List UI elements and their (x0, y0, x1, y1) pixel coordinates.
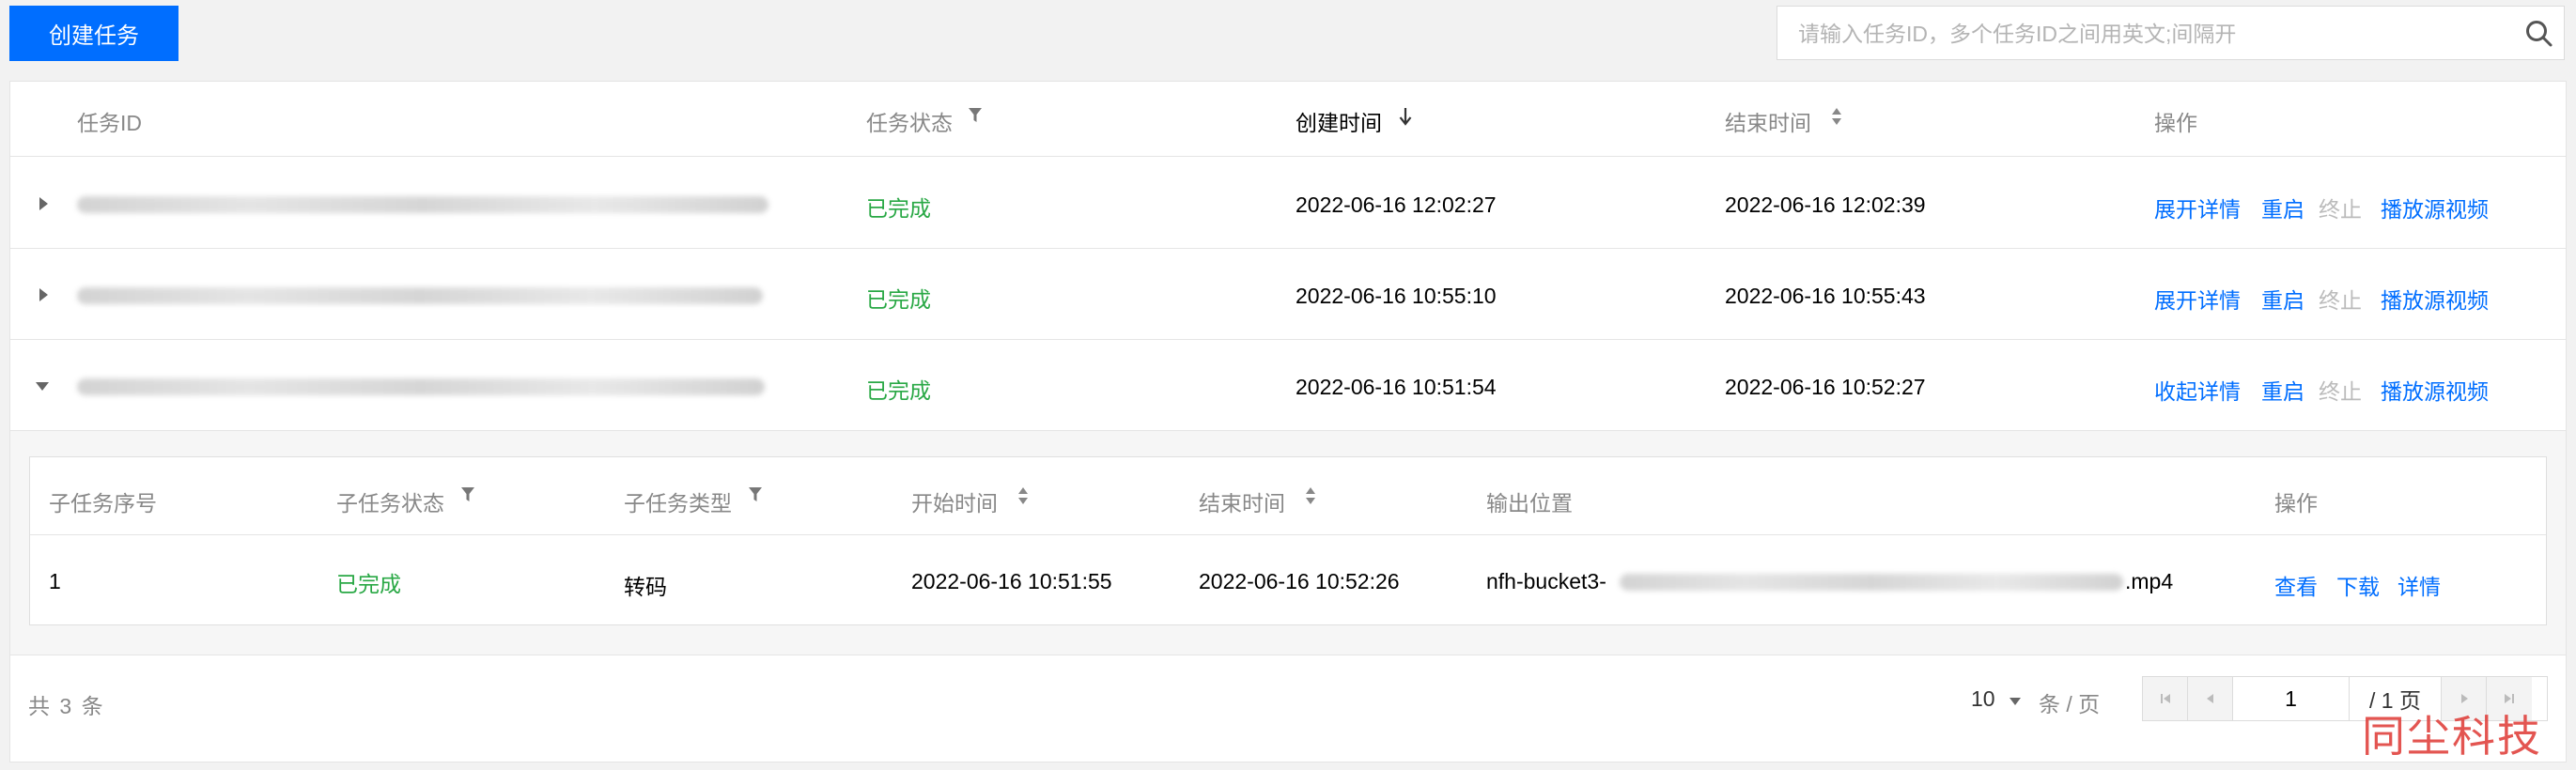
subheader-actions: 操作 (2274, 491, 2318, 516)
header-actions: 操作 (2154, 111, 2197, 135)
search-box (1777, 6, 2565, 61)
terminate-link: 终止 (2319, 197, 2362, 222)
subheader-index: 子任务序号 (49, 491, 157, 516)
play-source-video-link[interactable]: 播放源视频 (2381, 374, 2489, 406)
sort-icon[interactable] (1304, 485, 1317, 506)
output-location-suffix: .mp4 (2125, 569, 2174, 593)
status-badge: 已完成 (866, 196, 931, 221)
header-divider (10, 156, 2566, 157)
filter-icon[interactable] (460, 486, 475, 503)
view-link[interactable]: 查看 (2274, 569, 2318, 601)
details-link[interactable]: 详情 (2398, 569, 2441, 601)
created-time: 2022-06-16 10:51:54 (1296, 375, 1497, 399)
caret-right-icon[interactable] (38, 196, 49, 211)
status-badge: 已完成 (866, 378, 931, 403)
sort-desc-icon[interactable] (1399, 106, 1412, 127)
subtask-start-time: 2022-06-16 10:51:55 (911, 569, 1112, 593)
first-page-button[interactable] (2143, 677, 2188, 720)
subtask-status-badge: 已完成 (336, 572, 401, 596)
created-time: 2022-06-16 12:02:27 (1296, 192, 1497, 217)
sort-icon[interactable] (1016, 485, 1030, 506)
total-count: 共 3 条 (28, 694, 105, 718)
task-id-redacted (77, 378, 765, 395)
output-path-redacted (1620, 574, 2123, 591)
page-size-value[interactable]: 10 (1971, 686, 1995, 712)
subtask-index: 1 (49, 569, 61, 593)
output-location-prefix: nfh-bucket3- (1486, 569, 1606, 593)
expand-details-link[interactable]: 展开详情 (2154, 283, 2241, 315)
prev-page-icon (2206, 694, 2213, 703)
search-input[interactable] (1796, 7, 2495, 61)
filter-icon[interactable] (748, 486, 763, 503)
header-task-id: 任务ID (77, 111, 142, 135)
collapse-details-link[interactable]: 收起详情 (2154, 374, 2241, 406)
row-divider (10, 248, 2566, 249)
filter-icon[interactable] (968, 107, 983, 124)
end-time: 2022-06-16 10:55:43 (1725, 284, 1926, 308)
play-source-video-link[interactable]: 播放源视频 (2381, 283, 2489, 315)
subheader-status: 子任务状态 (336, 491, 444, 516)
end-time: 2022-06-16 12:02:39 (1725, 192, 1926, 217)
subheader-output: 输出位置 (1486, 491, 1573, 516)
subheader-type: 子任务类型 (624, 491, 732, 516)
subtask-end-time: 2022-06-16 10:52:26 (1199, 569, 1400, 593)
status-badge: 已完成 (866, 287, 931, 312)
caret-down-icon[interactable] (2009, 697, 2022, 706)
task-table-panel (9, 81, 2567, 762)
header-task-status: 任务状态 (866, 111, 953, 135)
subtask-type: 转码 (624, 575, 667, 599)
watermark: 同尘科技 (2362, 711, 2542, 762)
subheader-start-time[interactable]: 开始时间 (911, 485, 998, 517)
terminate-link: 终止 (2319, 288, 2362, 313)
search-icon[interactable] (2524, 19, 2554, 49)
subheader-divider (30, 534, 2546, 535)
end-time: 2022-06-16 10:52:27 (1725, 375, 1926, 399)
caret-down-icon[interactable] (35, 380, 50, 392)
download-link[interactable]: 下载 (2336, 569, 2380, 601)
prev-page-button[interactable] (2188, 677, 2233, 720)
terminate-link: 终止 (2319, 379, 2362, 404)
play-source-video-link[interactable]: 播放源视频 (2381, 192, 2489, 223)
sort-icon[interactable] (1830, 106, 1843, 127)
restart-link[interactable]: 重启 (2261, 283, 2304, 315)
caret-right-icon[interactable] (38, 287, 49, 302)
task-id-redacted (77, 196, 768, 213)
first-page-icon (2160, 694, 2170, 703)
expand-details-link[interactable]: 展开详情 (2154, 192, 2241, 223)
footer-divider (10, 654, 2566, 655)
subtask-table (29, 456, 2547, 625)
header-end-time[interactable]: 结束时间 (1725, 105, 1811, 137)
restart-link[interactable]: 重启 (2261, 192, 2304, 223)
page-number-input[interactable] (2233, 677, 2350, 720)
subheader-end-time[interactable]: 结束时间 (1199, 485, 1285, 517)
create-task-button[interactable]: 创建任务 (9, 6, 178, 61)
restart-link[interactable]: 重启 (2261, 374, 2304, 406)
created-time: 2022-06-16 10:55:10 (1296, 284, 1497, 308)
task-id-redacted (77, 287, 763, 304)
row-divider (10, 339, 2566, 340)
header-created-time[interactable]: 创建时间 (1296, 105, 1382, 137)
page-size-unit: 条 / 页 (2039, 692, 2101, 716)
